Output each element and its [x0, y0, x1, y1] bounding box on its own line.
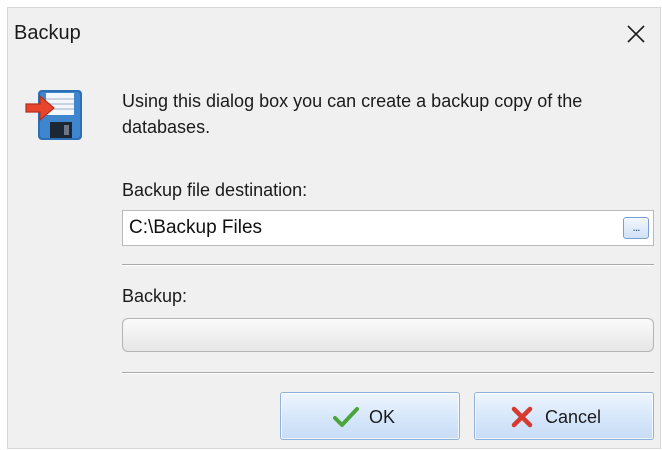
window-title: Backup — [14, 22, 81, 44]
close-icon — [627, 25, 645, 43]
floppy-disk-with-arrow-icon — [25, 90, 82, 140]
ellipsis-icon: ... — [632, 220, 640, 234]
cancel-button[interactable]: Cancel — [474, 392, 654, 440]
checkmark-icon — [333, 407, 359, 427]
progress-label: Backup: — [122, 286, 188, 306]
backup-progress-bar — [122, 318, 654, 352]
browse-button[interactable]: ... — [623, 217, 649, 239]
backup-destination-field: ... — [122, 210, 654, 246]
separator — [122, 264, 654, 266]
cross-icon — [511, 406, 533, 428]
separator — [122, 372, 654, 374]
title-bar: Backup — [8, 8, 660, 60]
backup-destination-input[interactable] — [123, 211, 625, 245]
backup-dialog: Backup Using this dialog box you can cre… — [8, 8, 660, 448]
ok-button[interactable]: OK — [280, 392, 460, 440]
ok-label: OK — [369, 407, 396, 427]
dialog-description: Using this dialog box you can create a b… — [122, 91, 583, 137]
close-button[interactable] — [618, 16, 654, 52]
dialog-body: Using this dialog box you can create a b… — [8, 60, 660, 448]
cancel-label: Cancel — [545, 407, 602, 427]
destination-label: Backup file destination: — [122, 180, 308, 200]
